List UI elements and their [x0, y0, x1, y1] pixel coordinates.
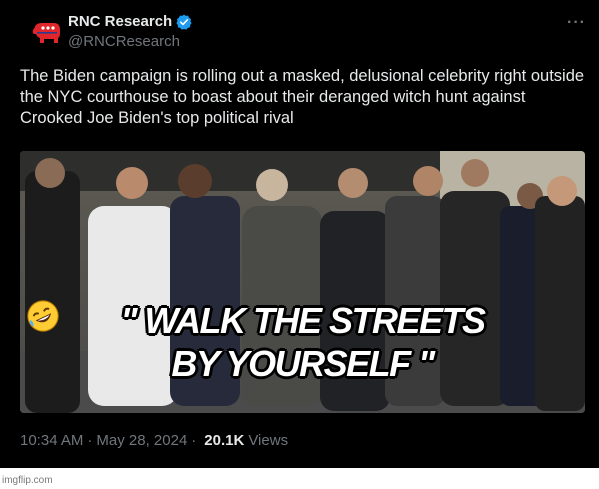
post-date[interactable]: May 28, 2024 — [96, 432, 187, 449]
views-count: 20.1K — [204, 432, 245, 449]
tweet-meta: 10:34 AM · May 28, 2024 · 20.1K Views — [20, 432, 288, 449]
meme-caption: " WALK THE STREETS BY YOURSELF " — [20, 299, 585, 385]
imgflip-watermark: imgflip.com — [2, 475, 53, 486]
meta-separator-2: · — [191, 432, 197, 449]
name-row: RNC Research — [68, 13, 192, 30]
avatar[interactable] — [26, 12, 68, 54]
verified-badge-icon — [176, 14, 192, 30]
tweet-header: RNC Research @RNCResearch ··· — [26, 12, 586, 57]
caption-line-1: " WALK THE STREETS — [120, 300, 486, 341]
post-time[interactable]: 10:34 AM — [20, 432, 83, 449]
tweet-text: The Biden campaign is rolling out a mask… — [20, 67, 585, 127]
caption-line-2-wrap: BY YOURSELF " — [27, 300, 435, 385]
handle[interactable]: @RNCResearch — [68, 33, 180, 50]
display-name[interactable]: RNC Research — [68, 13, 172, 30]
rolling-on-floor-laughing-emoji — [27, 300, 59, 332]
tweet-card: RNC Research @RNCResearch ··· The Biden … — [0, 0, 599, 468]
tweet-media[interactable]: " WALK THE STREETS BY YOURSELF " — [20, 151, 585, 413]
meta-separator: · — [87, 432, 93, 449]
views-label: Views — [248, 432, 289, 449]
caption-line-2: BY YOURSELF " — [171, 343, 435, 384]
gop-elephant-icon — [32, 23, 60, 43]
more-options-icon[interactable]: ··· — [567, 14, 586, 32]
